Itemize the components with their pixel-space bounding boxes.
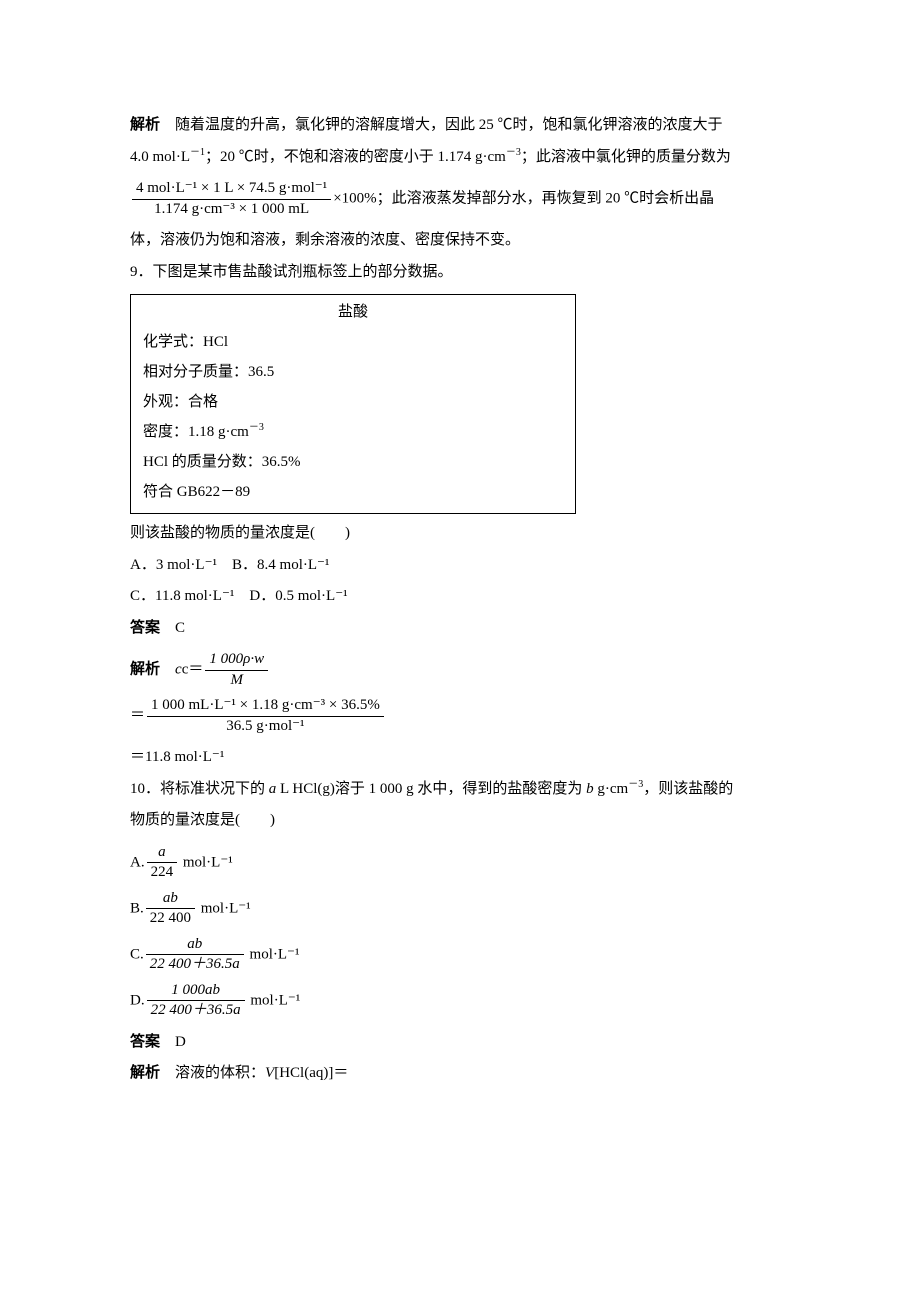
q10-answer-line: 答案 D [130,1027,790,1059]
frac-8-num: 4 mol·L⁻¹ × 1 L × 74.5 g·mol⁻¹ [132,179,331,200]
label-appearance: 外观：合格 [143,387,563,417]
q10-A-unit: mol·L⁻¹ [179,854,233,870]
explain-label: 解析 [130,117,160,133]
q9-options-row1: A．3 mol·L⁻¹ B．8.4 mol·L⁻¹ [130,550,790,582]
page: 解析 随着温度的升高，氯化钾的溶解度增大，因此 25 ℃时，饱和氯化钾溶液的浓度… [0,0,920,1302]
q10-A-pre: A. [130,854,145,870]
q9-answer-line: 答案 C [130,613,790,645]
q9-frac1-den: M [205,671,268,691]
q9-answer: C [160,620,185,636]
sup-neg1: －1 [190,147,205,158]
explain-8-l2c: ；此溶液中氯化钾的质量分数为 [521,149,731,165]
q10-B-den: 22 400 [146,909,195,929]
q10-C-unit: mol·L⁻¹ [246,946,300,962]
explain-label-2: 解析 [130,661,160,677]
label-density: 密度：1.18 g·cm－3 [143,417,563,447]
italic-V: V [265,1065,274,1081]
q10-D-num: 1 000ab [147,981,245,1002]
q10-A-den: 224 [147,863,178,883]
q9-option-d[interactable]: D．0.5 mol·L⁻¹ [249,581,347,613]
q9-explain-line3: ＝11.8 mol·L⁻¹ [130,742,790,774]
label-standard: 符合 GB622－89 [143,477,563,507]
explain-8-fracline: 4 mol·L⁻¹ × 1 L × 74.5 g·mol⁻¹ 1.174 g·c… [130,179,790,219]
frac-8-after: ×100%；此溶液蒸发掉部分水，再恢复到 20 ℃时会析出晶 [333,190,714,206]
label-molmass: 相对分子质量：36.5 [143,357,563,387]
q10-B-unit: mol·L⁻¹ [197,900,251,916]
q10-D-den-text: 22 400＋36.5a [151,1002,241,1018]
q9-stem: 9．下图是某市售盐酸试剂瓶标签上的部分数据。 [130,257,790,289]
q10-C-pre: C. [130,946,144,962]
explain-label-3: 解析 [130,1065,160,1081]
q10-D-unit: mol·L⁻¹ [247,992,301,1008]
explain-8-line2: 4.0 mol·L－1；20 ℃时，不饱和溶液的密度小于 1.174 g·cm－… [130,142,790,174]
explain-8-text1: 随着温度的升高，氯化钾的溶解度增大，因此 25 ℃时，饱和氯化钾溶液的浓度大于 [160,117,723,133]
q9-explain-line1: 解析 cc＝ 1 000ρ·w M [130,650,790,690]
q10-C-num: ab [146,935,244,956]
q9-frac1: 1 000ρ·w M [205,650,268,690]
frac-8-den: 1.174 g·cm⁻³ × 1 000 mL [132,200,331,220]
q9-eq-sign: c＝ [182,661,204,677]
q10-option-a[interactable]: A. a 224 mol·L⁻¹ [130,843,790,883]
italic-b: b [586,781,594,797]
q10-option-c[interactable]: C. ab 22 400＋36.5a mol·L⁻¹ [130,935,790,975]
label-massfrac: HCl 的质量分数：36.5% [143,447,563,477]
q9-frac2: 1 000 mL·L⁻¹ × 1.18 g·cm⁻³ × 36.5% 36.5 … [147,696,384,736]
q10-option-d[interactable]: D. 1 000ab 22 400＋36.5a mol·L⁻¹ [130,981,790,1021]
label-formula: 化学式：HCl [143,327,563,357]
q9-ask: 则该盐酸的物质的量浓度是( ) [130,518,790,550]
explain-8-line1: 解析 随着温度的升高，氯化钾的溶解度增大，因此 25 ℃时，饱和氯化钾溶液的浓度… [130,110,790,142]
reagent-label-box: 盐酸 化学式：HCl 相对分子质量：36.5 外观：合格 密度：1.18 g·c… [130,294,576,514]
q9-frac1-num: 1 000ρ·w [205,650,268,671]
explain-8-l2a: 4.0 mol·L [130,149,190,165]
answer-label-2: 答案 [130,1034,160,1050]
q9-expl-pre [160,661,175,677]
q10-A-frac: a 224 [147,843,178,883]
q10-B-frac: ab 22 400 [146,889,195,929]
q10-stem-b: L HCl(g)溶于 1 000 g 水中，得到的盐酸密度为 [276,781,586,797]
q10-A-num: a [147,843,178,864]
q10-C-frac: ab 22 400＋36.5a [146,935,244,975]
q10-C-den-text: 22 400＋36.5a [150,956,240,972]
sup-neg3: －3 [506,147,521,158]
answer-label: 答案 [130,620,160,636]
q10-B-pre: B. [130,900,144,916]
italic-c: c [175,661,182,677]
q10-B-num: ab [146,889,195,910]
q9-frac2-den: 36.5 g·mol⁻¹ [147,717,384,737]
q10-stem-c: g·cm [594,781,629,797]
q9-option-c[interactable]: C．11.8 mol·L⁻¹ [130,581,234,613]
q9-option-a[interactable]: A．3 mol·L⁻¹ [130,550,217,582]
q10-stem-line2: 物质的量浓度是( ) [130,805,790,837]
q10-D-den: 22 400＋36.5a [147,1001,245,1021]
q10-D-frac: 1 000ab 22 400＋36.5a [147,981,245,1021]
q10-stem-d: ，则该盐酸的 [643,781,733,797]
sup-neg3-b: －3 [249,422,264,433]
q10-C-den: 22 400＋36.5a [146,955,244,975]
explain-8-line4: 体，溶液仍为饱和溶液，剩余溶液的浓度、密度保持不变。 [130,225,790,257]
explain-8-l2b: ；20 ℃时，不饱和溶液的密度小于 1.174 g·cm [205,149,506,165]
q10-stem-line1: 10．将标准状况下的 a L HCl(g)溶于 1 000 g 水中，得到的盐酸… [130,774,790,806]
label-title: 盐酸 [143,297,563,327]
q10-stem-a: 10．将标准状况下的 [130,781,269,797]
q9-options-row2: C．11.8 mol·L⁻¹ D．0.5 mol·L⁻¹ [130,581,790,613]
sup-neg3-c: －3 [628,779,643,790]
q10-expl-tail: [HCl(aq)]＝ [274,1065,348,1081]
q10-explain-line: 解析 溶液的体积：V[HCl(aq)]＝ [130,1058,790,1090]
q10-D-pre: D. [130,992,145,1008]
q9-frac2-num: 1 000 mL·L⁻¹ × 1.18 g·cm⁻³ × 36.5% [147,696,384,717]
q10-answer: D [160,1034,186,1050]
q9-explain-line2: ＝ 1 000 mL·L⁻¹ × 1.18 g·cm⁻³ × 36.5% 36.… [130,696,790,736]
label-density-text: 密度：1.18 g·cm [143,424,249,440]
q9-option-b[interactable]: B．8.4 mol·L⁻¹ [232,550,329,582]
q10-option-b[interactable]: B. ab 22 400 mol·L⁻¹ [130,889,790,929]
frac-8: 4 mol·L⁻¹ × 1 L × 74.5 g·mol⁻¹ 1.174 g·c… [132,179,331,219]
q10-expl-text: 溶液的体积： [160,1065,265,1081]
